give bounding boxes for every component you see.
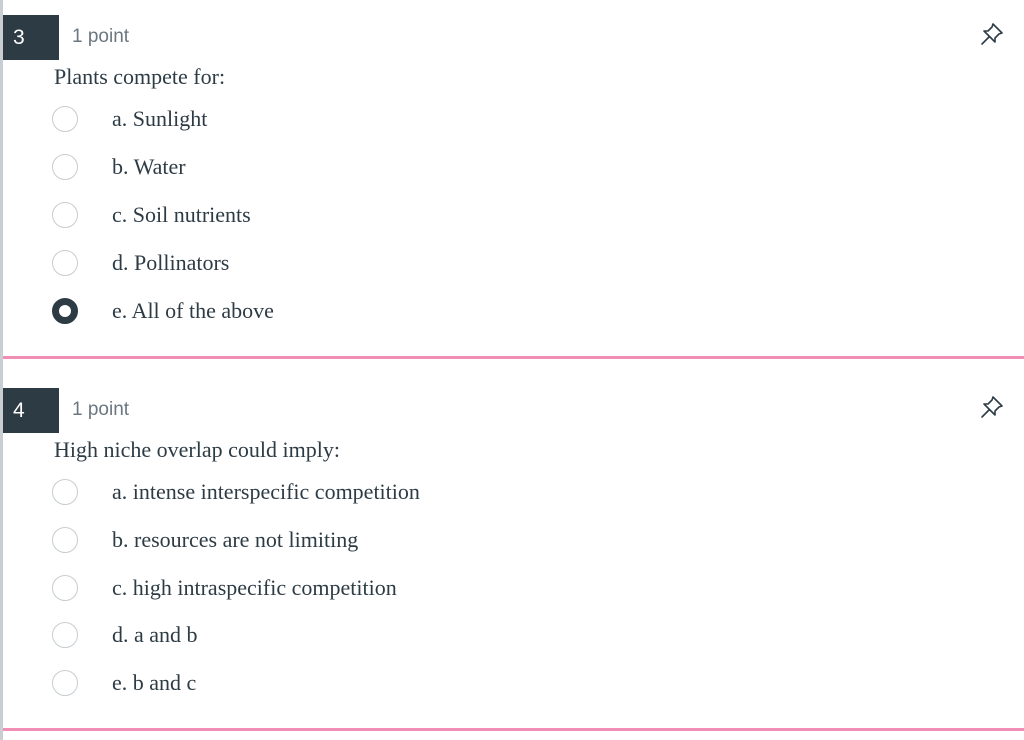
radio-button[interactable] <box>52 250 78 276</box>
answer-label: a. intense interspecific competition <box>112 479 420 504</box>
question-points: 1 point <box>72 399 130 420</box>
pushpin-icon[interactable] <box>978 393 1006 421</box>
radio-button[interactable] <box>52 670 78 696</box>
answer-option-c[interactable]: c. high intraspecific competition <box>52 568 652 608</box>
radio-button[interactable] <box>52 575 78 601</box>
radio-button[interactable] <box>52 154 78 180</box>
answer-option-a[interactable]: a. intense interspecific competition <box>52 472 652 512</box>
answer-option-d[interactable]: d. Pollinators <box>52 243 652 283</box>
answer-label: d. Pollinators <box>112 250 230 275</box>
answer-option-b[interactable]: b. Water <box>52 147 652 187</box>
answer-label: b. Water <box>112 154 186 179</box>
answer-option-d[interactable]: d. a and b <box>52 615 652 655</box>
answer-label: a. Sunlight <box>112 106 208 131</box>
question-divider <box>3 728 1024 731</box>
pushpin-icon[interactable] <box>978 20 1006 48</box>
radio-button[interactable] <box>52 202 78 228</box>
answer-label: e. All of the above <box>112 298 274 323</box>
question-prompt: Plants compete for: <box>54 64 226 89</box>
radio-button[interactable] <box>52 527 78 553</box>
answer-option-a[interactable]: a. Sunlight <box>52 99 652 139</box>
answer-label: d. a and b <box>112 622 198 647</box>
answer-label: e. b and c <box>112 670 197 695</box>
radio-button[interactable] <box>52 479 78 505</box>
answer-option-c[interactable]: c. Soil nutrients <box>52 195 652 235</box>
radio-button[interactable] <box>52 106 78 132</box>
question-4: 4 1 point High niche overlap could imply… <box>0 373 1024 740</box>
question-number: 4 <box>3 388 59 433</box>
question-number: 3 <box>3 15 59 60</box>
answer-option-e[interactable]: e. All of the above <box>52 291 652 331</box>
answer-label: b. resources are not limiting <box>112 527 359 552</box>
answer-label: c. Soil nutrients <box>112 202 251 227</box>
answer-label: c. high intraspecific competition <box>112 575 397 600</box>
question-divider <box>3 356 1024 359</box>
answer-option-b[interactable]: b. resources are not limiting <box>52 520 652 560</box>
question-points: 1 point <box>72 26 130 47</box>
question-prompt: High niche overlap could imply: <box>54 437 340 462</box>
radio-button[interactable] <box>52 622 78 648</box>
answer-option-e[interactable]: e. b and c <box>52 663 652 703</box>
question-3: 3 1 point Plants compete for: a. Sunligh… <box>0 0 1024 360</box>
radio-button-selected[interactable] <box>52 298 78 324</box>
